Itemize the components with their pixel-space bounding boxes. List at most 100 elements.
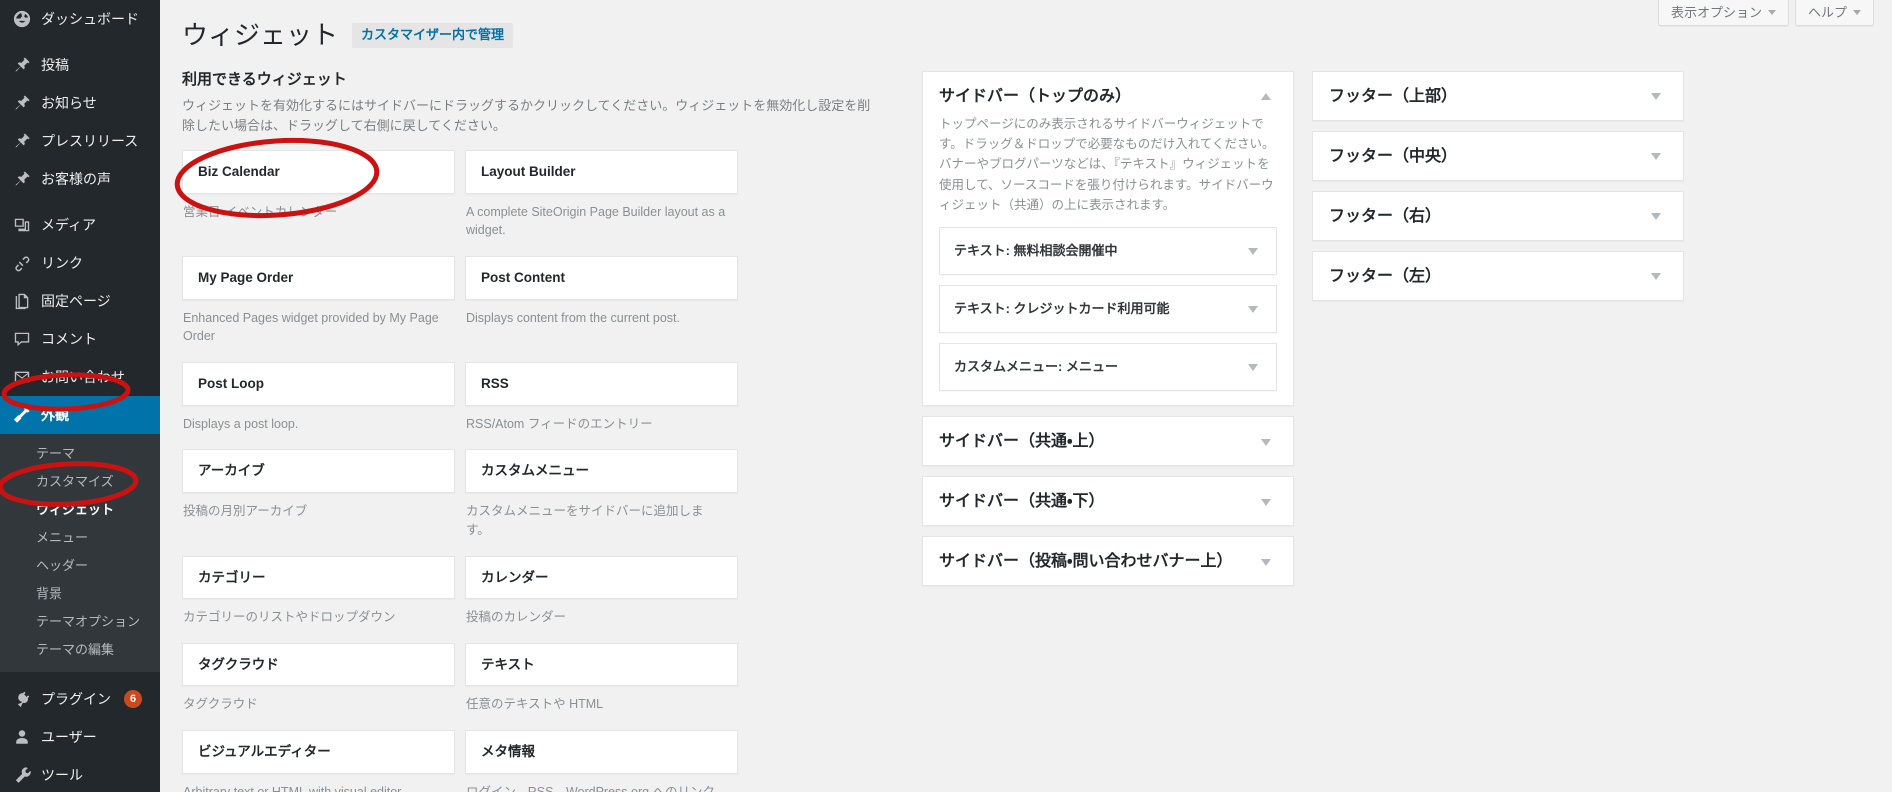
sidebar-item-label: お問い合わせ <box>41 369 125 385</box>
manage-in-customizer-button[interactable]: カスタマイザー内で管理 <box>352 23 514 49</box>
available-widget-box[interactable]: テキスト <box>465 642 738 687</box>
admin-sidebar: ダッシュボード投稿お知らせ プレスリリース お客様の声メディア リンク固定ページコメン… <box>0 0 160 792</box>
sidebar-panel-header[interactable]: サイドバー（投稿・問い合わせバナー上） <box>923 537 1293 585</box>
available-widget-box[interactable]: カスタムメニュー <box>465 449 738 494</box>
appearance-icon <box>12 405 32 425</box>
sidebar-panel-title: フッター（中央） <box>1329 148 1458 165</box>
available-widget-box[interactable]: アーカイブ <box>182 449 455 494</box>
sidebar-item-appearance[interactable]: 外観 <box>0 396 160 434</box>
sidebar-panel-header[interactable]: フッター（上部） <box>1313 72 1683 120</box>
available-widget-box[interactable]: Layout Builder <box>465 150 738 194</box>
chevron-down-icon[interactable] <box>1242 356 1264 378</box>
assigned-widget[interactable]: テキスト: クレジットカード利用可能 <box>939 285 1277 334</box>
available-widget-box[interactable]: Biz Calendar <box>182 150 455 194</box>
available-widget-box[interactable]: タグクラウド <box>182 642 455 687</box>
assigned-widget-top[interactable]: カスタムメニュー: メニュー <box>940 344 1276 390</box>
available-widget-description: A complete SiteOrigin Page Builder layou… <box>466 204 726 238</box>
chevron-up-icon[interactable] <box>1255 86 1277 108</box>
available-widget-name: カテゴリー <box>198 569 266 585</box>
chevron-down-icon[interactable] <box>1645 266 1667 288</box>
sidebar-item-label: 外観 <box>41 407 69 423</box>
plugin-icon <box>12 689 32 709</box>
sidebar-item-testimonials[interactable]: お客様の声 <box>0 160 160 198</box>
sidebar-panel-title: サイドバー（投稿・問い合わせバナー上） <box>939 553 1233 571</box>
sidebar-item-contact[interactable]: お問い合わせ <box>0 358 160 396</box>
available-widget-box[interactable]: Post Loop <box>182 362 455 406</box>
sidebar-item-news[interactable]: お知らせ <box>0 84 160 122</box>
screen-options-button[interactable]: 表示オプション <box>1657 0 1789 26</box>
sidebar-item-comments[interactable]: コメント <box>0 320 160 358</box>
chevron-down-icon[interactable] <box>1242 240 1264 262</box>
submenu-item-background[interactable]: 背景 <box>0 580 160 608</box>
menu-separator <box>0 672 160 680</box>
submenu-item-theme-options[interactable]: テーマオプション <box>0 608 160 636</box>
chevron-down-icon <box>1853 10 1861 15</box>
sidebar-item-plugins[interactable]: プラグイン 6 <box>0 680 160 718</box>
help-button[interactable]: ヘルプ <box>1794 0 1874 26</box>
sidebar-panel: フッター（上部） <box>1312 70 1684 121</box>
available-widget-box[interactable]: メタ情報 <box>465 730 738 774</box>
sidebar-item-press-release[interactable]: プレスリリース <box>0 122 160 160</box>
available-widget-name: テキスト <box>481 656 535 672</box>
available-widget-name: Post Content <box>481 270 565 286</box>
sidebar-item-pages[interactable]: 固定ページ <box>0 282 160 320</box>
assigned-widget[interactable]: テキスト: 無料相談会開催中 <box>939 227 1277 276</box>
submenu-item-widgets[interactable]: ウィジェット <box>0 496 160 524</box>
sidebar-widget-list: テキスト: 無料相談会開催中テキスト: クレジットカード利用可能 カスタムメニュー… <box>923 227 1293 405</box>
available-widget-box[interactable]: Post Content <box>465 256 738 300</box>
sidebar-item-media[interactable]: メディア <box>0 206 160 244</box>
assigned-widget-title: テキスト: 無料相談会開催中 <box>954 242 1118 258</box>
sidebar-item-dashboard[interactable]: ダッシュボード <box>0 0 160 38</box>
sidebar-item-users[interactable]: ユーザー <box>0 718 160 756</box>
sidebar-item-label: ツール <box>41 767 83 783</box>
content-area: 表示オプション ヘルプ ウィジェット カスタマイザー内で管理 利用できるウィジェ… <box>160 0 1892 792</box>
sidebars-panels: サイドバー（トップのみ） トップページにのみ表示されるサイドバーウィジェットです。… <box>922 69 1684 596</box>
sidebar-item-links[interactable]: リンク <box>0 244 160 282</box>
chevron-down-icon[interactable] <box>1242 298 1264 320</box>
sidebar-item-label: プラグイン <box>41 691 111 707</box>
chevron-down-icon[interactable] <box>1255 551 1277 573</box>
sidebar-panel-header[interactable]: フッター（中央） <box>1313 132 1683 180</box>
sidebar-panel-title: サイドバー（共通・下） <box>939 493 1105 511</box>
available-widget-description: 投稿の月別アーカイブ <box>183 504 308 519</box>
assigned-widget-top[interactable]: テキスト: クレジットカード利用可能 <box>940 286 1276 332</box>
assigned-widget-top[interactable]: テキスト: 無料相談会開催中 <box>940 228 1276 274</box>
sidebar-item-tools[interactable]: ツール <box>0 756 160 792</box>
submenu-item-menus[interactable]: メニュー <box>0 524 160 552</box>
chevron-down-icon[interactable] <box>1645 206 1667 228</box>
assigned-widget[interactable]: カスタムメニュー: メニュー <box>939 343 1277 392</box>
chevron-down-icon[interactable] <box>1255 491 1277 513</box>
available-widget-box[interactable]: カテゴリー <box>182 555 455 600</box>
chevron-down-icon[interactable] <box>1645 146 1667 168</box>
chevron-down-icon[interactable] <box>1645 86 1667 108</box>
sidebar-panel-header[interactable]: サイドバー（トップのみ） <box>923 72 1293 120</box>
available-widget: カスタムメニュー カスタムメニューをサイドバーに追加します。 <box>465 449 738 539</box>
submenu-item-theme-editor[interactable]: テーマの編集 <box>0 636 160 664</box>
available-widget-box[interactable]: My Page Order <box>182 256 455 300</box>
sidebar-item-label: 投稿 <box>41 57 69 73</box>
submenu-item-customize[interactable]: カスタマイズ <box>0 468 160 496</box>
chevron-down-icon[interactable] <box>1255 431 1277 453</box>
sidebar-panel-header[interactable]: サイドバー（共通・上） <box>923 417 1293 465</box>
submenu-item-header[interactable]: ヘッダー <box>0 552 160 580</box>
sidebar-panel: サイドバー（投稿・問い合わせバナー上） <box>922 536 1294 587</box>
submenu-item-themes[interactable]: テーマ <box>0 440 160 468</box>
sidebar-panel-header[interactable]: フッター（右） <box>1313 192 1683 240</box>
available-widget-box[interactable]: ビジュアルエディター <box>182 730 455 774</box>
sidebar-panel: サイドバー（共通・上） <box>922 416 1294 467</box>
media-icon <box>12 215 32 235</box>
sidebar-panel-header[interactable]: フッター（左） <box>1313 252 1683 300</box>
sidebar-panel-header[interactable]: サイドバー（共通・下） <box>923 477 1293 525</box>
available-widget: Post Loop Displays a post loop. <box>182 362 455 433</box>
menu-separator <box>0 38 160 46</box>
user-icon <box>12 727 32 747</box>
available-widget-box[interactable]: RSS <box>465 362 738 406</box>
available-widget-box[interactable]: カレンダー <box>465 555 738 600</box>
available-widget-name: タグクラウド <box>198 656 279 672</box>
available-widget-name: RSS <box>481 376 509 392</box>
available-widget: タグクラウド タグクラウド <box>182 642 455 714</box>
available-widget-name: カスタムメニュー <box>481 463 589 479</box>
available-widget-description: ログイン、RSS、WordPress.org へのリンク <box>466 784 716 792</box>
sidebar-item-label: 固定ページ <box>41 293 111 309</box>
sidebar-item-posts[interactable]: 投稿 <box>0 46 160 84</box>
